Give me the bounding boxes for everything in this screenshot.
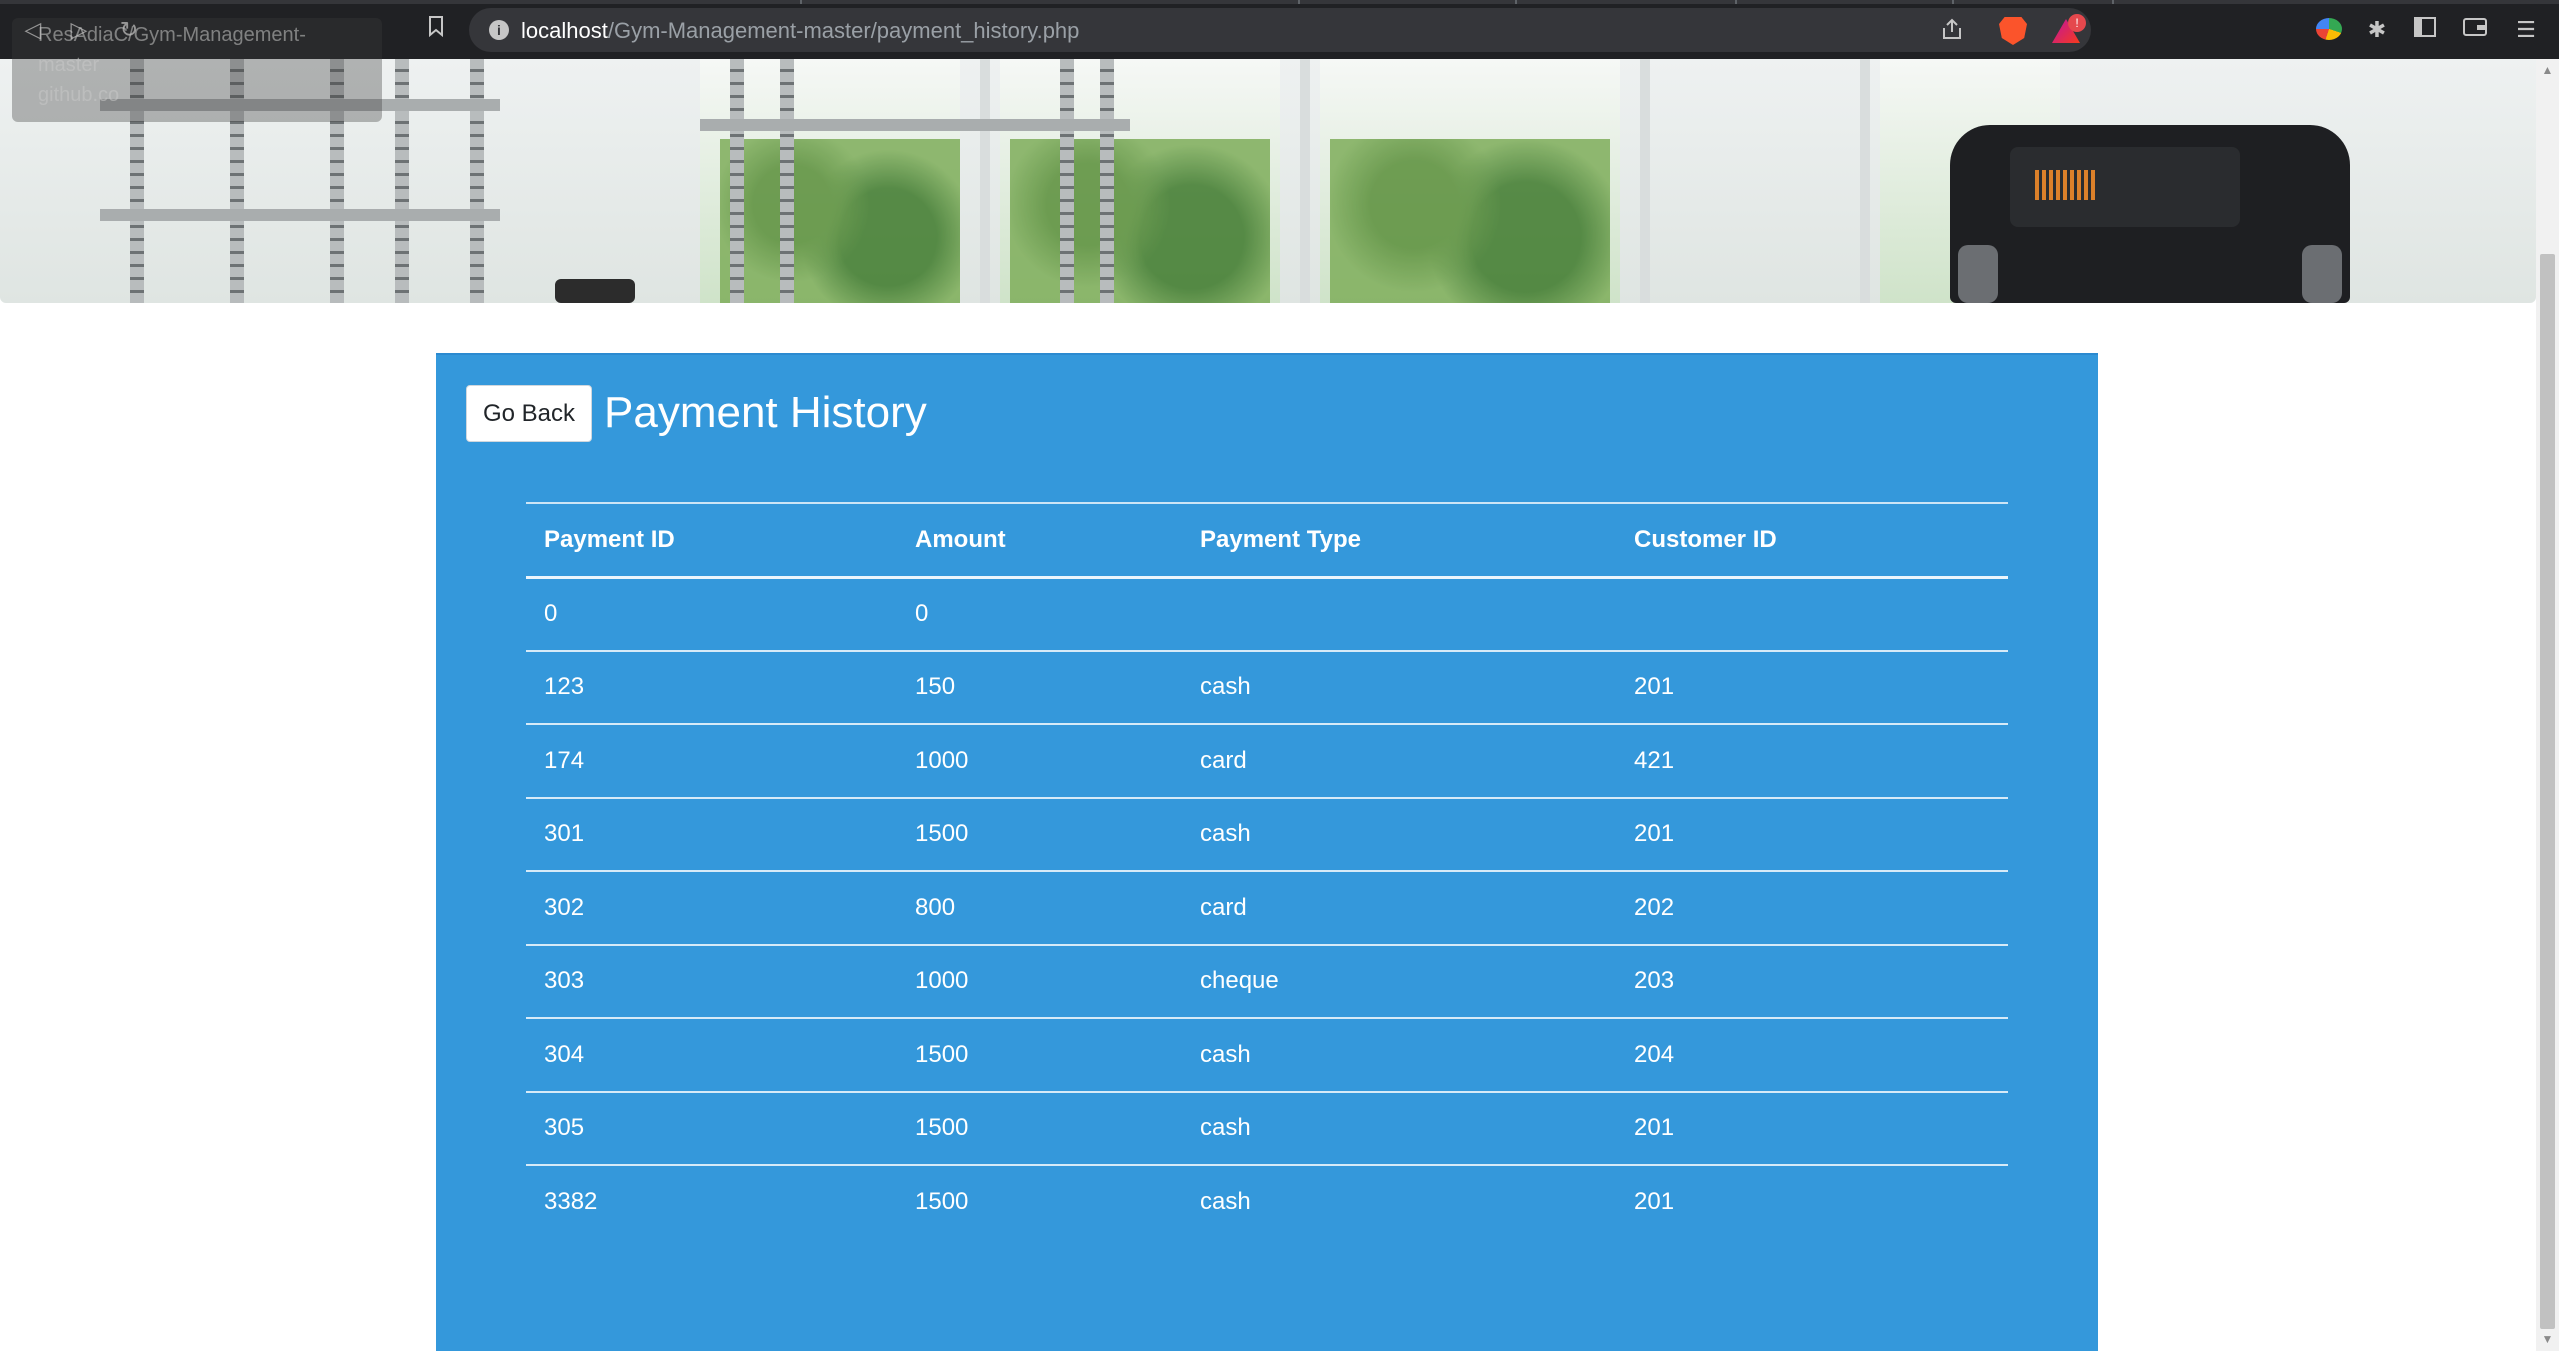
cell-customer-id: 204 xyxy=(1616,1018,2008,1093)
scrollbar-thumb[interactable] xyxy=(2540,254,2555,1329)
payment-table: Payment ID Amount Payment Type Customer … xyxy=(526,502,2008,1239)
cell-customer-id: 421 xyxy=(1616,724,2008,799)
cell-amount: 1000 xyxy=(897,944,1182,1019)
tooltip-line: github.co xyxy=(38,84,120,106)
tab-strip xyxy=(0,0,2559,4)
tab-hover-tooltip: ResAdiaC/Gym-Management- master github.c… xyxy=(12,18,382,122)
cell-amount: 1000 xyxy=(897,724,1182,799)
site-info-icon[interactable]: i xyxy=(489,20,509,40)
cell-payment-id: 302 xyxy=(526,871,897,946)
scroll-down-icon[interactable]: ▼ xyxy=(2540,1332,2555,1347)
cell-payment-id: 304 xyxy=(526,1018,897,1093)
cell-payment-id: 123 xyxy=(526,650,897,725)
cell-payment-type: cash xyxy=(1200,1188,1251,1216)
url-text[interactable]: localhost/Gym-Management-master/payment_… xyxy=(521,18,1079,44)
wallet-icon[interactable] xyxy=(2460,15,2490,45)
cell-customer-id xyxy=(1616,577,2008,652)
table-row: 123 150 cash 201 xyxy=(526,650,2008,725)
tooltip-line: master xyxy=(38,54,100,76)
cell-amount: 1500 xyxy=(897,1018,1182,1093)
cell-payment-type: cash xyxy=(1182,1018,1616,1093)
table-row: 304 1500 cash 204 xyxy=(526,1018,2008,1093)
cell-payment-type: card xyxy=(1182,871,1616,946)
column-header-payment-type: Payment Type xyxy=(1182,502,1616,579)
cell-customer-id: 201 xyxy=(1616,650,2008,725)
share-icon[interactable] xyxy=(1939,18,1965,44)
column-header-amount: Amount xyxy=(897,502,1182,579)
cell-amount: 0 xyxy=(897,577,1182,652)
cell-customer-id: 201 xyxy=(1616,1091,2008,1166)
cell-amount: 150 xyxy=(897,650,1182,725)
table-row: 305 1500 cash 201 xyxy=(526,1091,2008,1166)
column-header-customer-id: Customer ID xyxy=(1616,502,2008,579)
cell-payment-type: cheque xyxy=(1182,944,1616,1019)
table-row: 3382 1500 cash 201 xyxy=(526,1165,2008,1239)
cell-payment-id: 301 xyxy=(526,797,897,872)
rewards-badge: ! xyxy=(2068,14,2086,32)
scroll-up-icon[interactable]: ▲ xyxy=(2540,63,2555,78)
cell-customer-id: 201 xyxy=(1634,1188,1675,1216)
tooltip-line: ResAdiaC/Gym-Management- xyxy=(38,24,306,46)
payment-history-panel: Go Back Payment History Payment ID Amoun… xyxy=(436,353,2098,1351)
bookmark-icon[interactable] xyxy=(421,15,451,45)
page-title: Payment History xyxy=(604,388,927,437)
cell-payment-id: 0 xyxy=(526,577,897,652)
cell-payment-type: cash xyxy=(1182,797,1616,872)
address-bar[interactable]: i localhost/Gym-Management-master/paymen… xyxy=(469,8,2091,52)
cell-amount: 1500 xyxy=(915,1188,969,1216)
page-scrollbar[interactable]: ▲ ▼ xyxy=(2536,59,2559,1351)
cell-amount: 800 xyxy=(897,871,1182,946)
table-row: 174 1000 card 421 xyxy=(526,724,2008,799)
menu-icon[interactable]: ☰ xyxy=(2511,15,2541,45)
cell-payment-type: cash xyxy=(1182,1091,1616,1166)
column-header-payment-id: Payment ID xyxy=(526,502,897,579)
cell-payment-type xyxy=(1182,577,1616,652)
cell-amount: 1500 xyxy=(897,797,1182,872)
cell-payment-type: card xyxy=(1182,724,1616,799)
table-row: 302 800 card 202 xyxy=(526,871,2008,946)
cell-payment-id: 3382 xyxy=(544,1188,598,1216)
browser-toolbar: ◁ ▷ ↻ i localhost/Gym-Management-master/… xyxy=(0,0,2559,59)
cell-payment-id: 303 xyxy=(526,944,897,1019)
cell-payment-id: 174 xyxy=(526,724,897,799)
sidebar-icon[interactable] xyxy=(2410,15,2440,45)
table-row: 301 1500 cash 201 xyxy=(526,797,2008,872)
cell-payment-type: cash xyxy=(1182,650,1616,725)
go-back-button[interactable]: Go Back xyxy=(466,385,592,442)
cell-customer-id: 203 xyxy=(1616,944,2008,1019)
puzzle-extensions-icon[interactable]: ✱ xyxy=(2362,15,2392,45)
table-header-row: Payment ID Amount Payment Type Customer … xyxy=(526,502,2008,579)
table-row: 0 0 xyxy=(526,577,2008,652)
extension-icon[interactable] xyxy=(2316,18,2342,40)
table-row: 303 1000 cheque 203 xyxy=(526,944,2008,1019)
cell-payment-id: 305 xyxy=(526,1091,897,1166)
cell-amount: 1500 xyxy=(897,1091,1182,1166)
cell-customer-id: 201 xyxy=(1616,797,2008,872)
cell-customer-id: 202 xyxy=(1616,871,2008,946)
